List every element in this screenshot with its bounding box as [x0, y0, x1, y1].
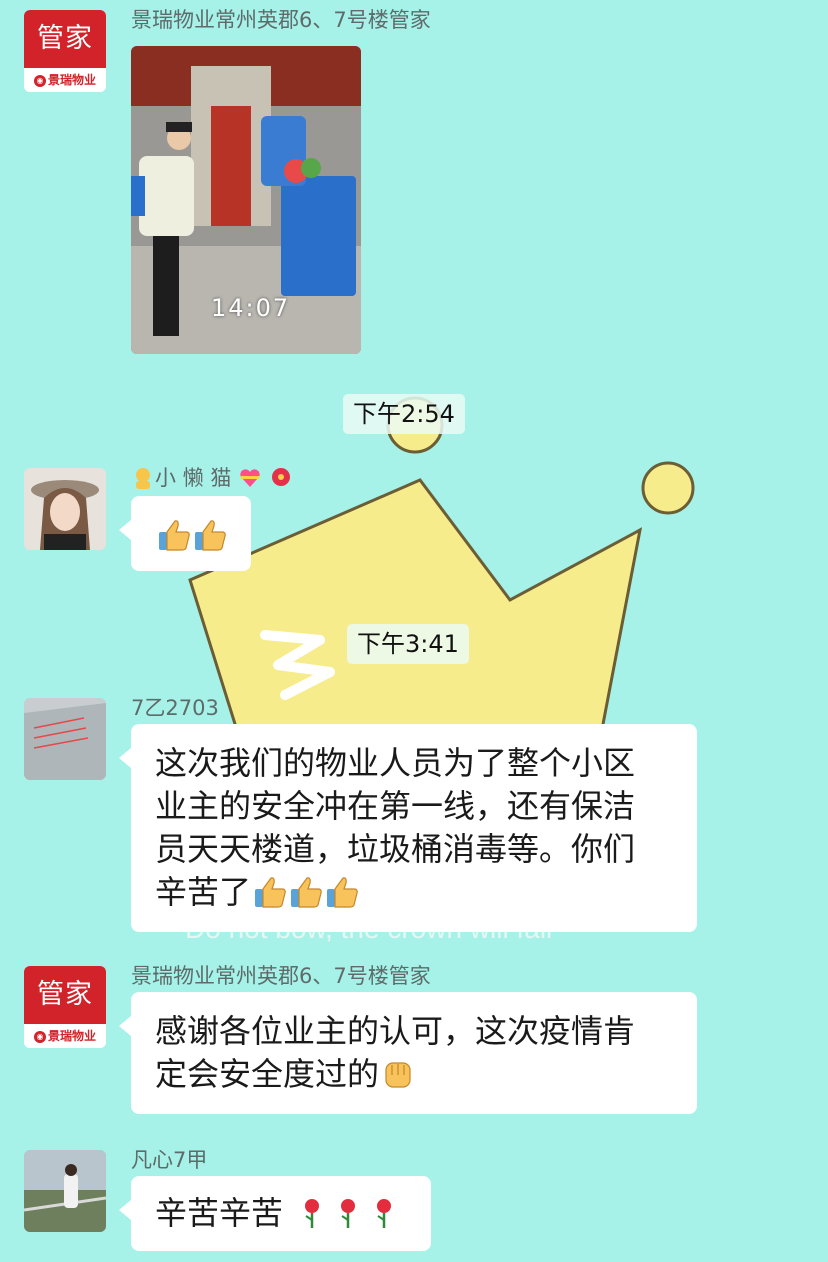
- chat-timestamp: 下午2:54: [343, 394, 465, 434]
- sender-name: 景瑞物业常州英郡6、7号楼管家: [131, 964, 431, 988]
- message-bubble[interactable]: [119, 496, 251, 571]
- brand-logo-icon: ◉: [33, 74, 46, 87]
- message-bubble[interactable]: 感谢各位业主的认可，这次疫情肯 定会安全度过的: [119, 992, 697, 1114]
- chat-timestamp: 下午3:41: [347, 624, 469, 664]
- message-line: 辛苦了: [155, 873, 252, 911]
- message-thumbs: 小 懒 猫: [24, 466, 804, 578]
- avatar-photo: [24, 698, 106, 780]
- message-line: 这次我们的物业人员为了整个小区: [155, 744, 636, 782]
- sender-name: 凡心7甲: [131, 1148, 208, 1172]
- avatar-brand-subtext: ◉ 景瑞物业: [24, 68, 106, 92]
- avatar-photo: [24, 468, 106, 550]
- message-text: 管家 ◉ 景瑞物业 景瑞物业常州英郡6、7号楼管家 感谢各位业主的认可，这次疫情肯…: [24, 964, 804, 1116]
- thumbs-up-icon: [251, 873, 287, 911]
- message-text: 7乙2703 这次我们的物业人员为了整个小区 业主的安全冲在第一线，还有保洁 员…: [24, 696, 804, 938]
- hibiscus-icon: [269, 465, 293, 494]
- thumbs-up-icon: [287, 873, 323, 911]
- message-text: 凡心7甲 辛苦辛苦: [24, 1148, 804, 1262]
- message-video: 管家 ◉ 景瑞物业 景瑞物业常州英郡6、7号楼管家 14:07: [24, 8, 804, 354]
- message-line: 员天天楼道，垃圾桶消毒等。你们: [155, 830, 636, 868]
- avatar-brand-subtext: ◉ 景瑞物业: [24, 1024, 106, 1048]
- thumbs-up-icon: [155, 516, 191, 554]
- message-text: 辛苦辛苦: [155, 1194, 284, 1232]
- video-timestamp: 14:07: [211, 294, 291, 322]
- sender-name: 7乙2703: [131, 696, 219, 720]
- avatar-brand-text: 管家: [24, 10, 106, 68]
- message-bubble[interactable]: 这次我们的物业人员为了整个小区 业主的安全冲在第一线，还有保洁 员天天楼道，垃圾…: [119, 724, 697, 932]
- avatar[interactable]: [24, 1150, 106, 1232]
- avatar[interactable]: [24, 468, 106, 550]
- video-thumbnail[interactable]: 14:07: [131, 46, 361, 354]
- message-line: 业主的安全冲在第一线，还有保洁: [155, 787, 636, 825]
- person-emoji-icon: [131, 465, 155, 494]
- avatar-photo: [24, 1150, 106, 1232]
- message-line: 感谢各位业主的认可，这次疫情肯: [155, 1012, 636, 1050]
- message-line-last: 定会安全度过的: [155, 1053, 673, 1096]
- rose-icon: [365, 1194, 401, 1232]
- message-line: 定会安全度过的: [155, 1055, 380, 1093]
- brand-logo-icon: ◉: [33, 1030, 46, 1043]
- rose-icon: [293, 1194, 329, 1232]
- thumbs-up-icon: [191, 516, 227, 554]
- sender-name: 小 懒 猫: [131, 462, 293, 494]
- avatar[interactable]: 管家 ◉ 景瑞物业: [24, 966, 106, 1048]
- message-bubble[interactable]: 辛苦辛苦: [118, 1176, 432, 1251]
- avatar[interactable]: 管家 ◉ 景瑞物业: [24, 10, 106, 92]
- fist-icon: [379, 1055, 415, 1093]
- avatar[interactable]: [24, 698, 106, 780]
- sender-name: 景瑞物业常州英郡6、7号楼管家: [131, 8, 431, 32]
- sender-name-text: 小 懒 猫: [155, 466, 232, 490]
- avatar-brand-name: 景瑞物业: [47, 73, 96, 87]
- rose-icon: [329, 1194, 365, 1232]
- avatar-brand-text: 管家: [24, 966, 106, 1024]
- avatar-brand-name: 景瑞物业: [47, 1029, 96, 1043]
- thumbs-up-icon: [323, 873, 359, 911]
- heart-gift-icon: [238, 467, 262, 494]
- message-line-last: 辛苦了: [155, 871, 673, 914]
